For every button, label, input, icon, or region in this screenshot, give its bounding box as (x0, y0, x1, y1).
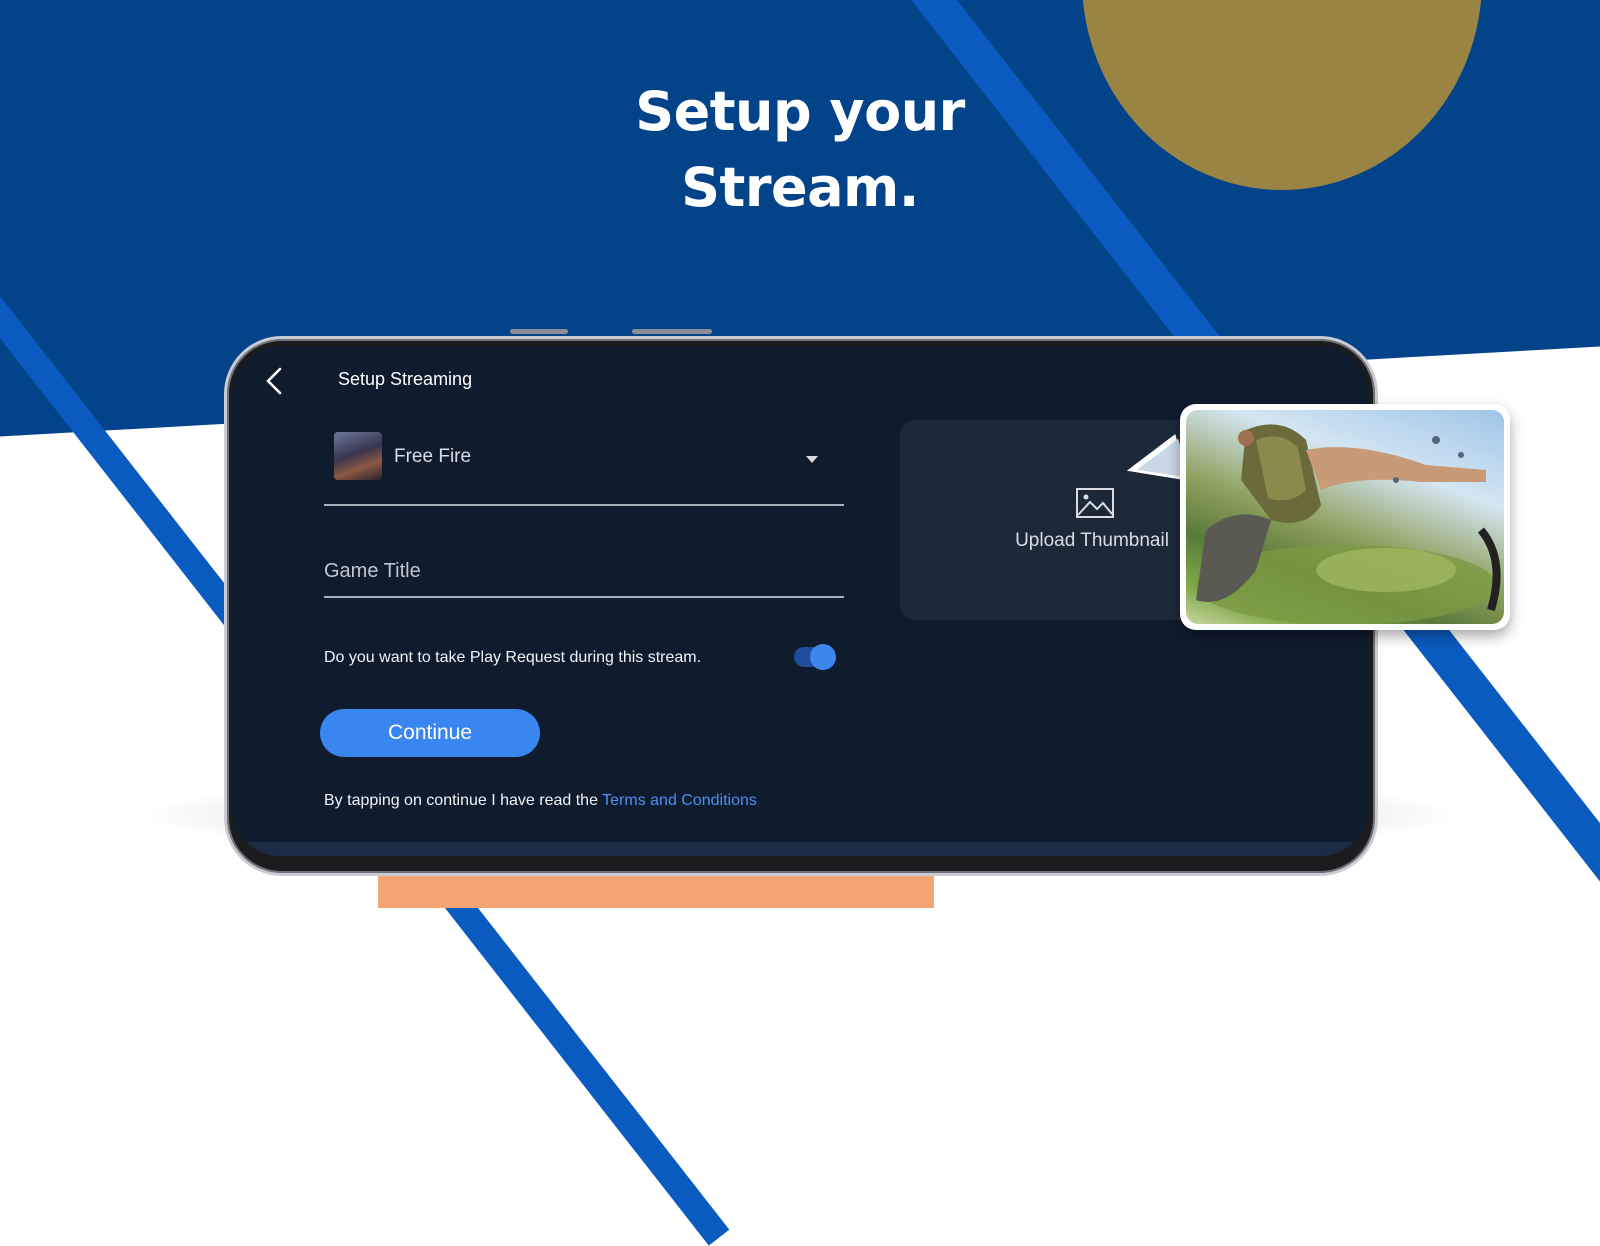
hero-headline-line1: Setup your (635, 80, 965, 143)
game-thumbnail (334, 432, 382, 480)
hero-headline: Setup your Stream. (600, 74, 1000, 226)
game-dropdown-value: Free Fire (394, 446, 472, 467)
image-icon (1076, 488, 1114, 518)
screen-bottom-bar (232, 842, 1368, 856)
continue-button[interactable]: Continue (320, 709, 540, 757)
terms-text: By tapping on continue I have read the T… (324, 792, 757, 810)
thumbnail-preview-callout (1180, 404, 1510, 630)
hero-headline-line2: Stream. (681, 156, 919, 219)
play-request-toggle[interactable] (794, 644, 836, 670)
terms-link[interactable]: Terms and Conditions (602, 792, 757, 809)
phone-volume-button (510, 329, 568, 334)
game-title-input[interactable] (324, 546, 844, 598)
phone-volume-button (632, 329, 712, 334)
thumbnail-preview-image (1186, 410, 1504, 624)
back-arrow-icon[interactable] (260, 364, 294, 398)
page-title: Setup Streaming (338, 369, 473, 389)
terms-prefix: By tapping on continue I have read the (324, 792, 603, 809)
game-dropdown[interactable]: Free Fire (324, 432, 844, 506)
chevron-down-icon (806, 456, 818, 463)
play-request-label: Do you want to take Play Request during … (324, 649, 702, 666)
toggle-knob (810, 644, 836, 670)
